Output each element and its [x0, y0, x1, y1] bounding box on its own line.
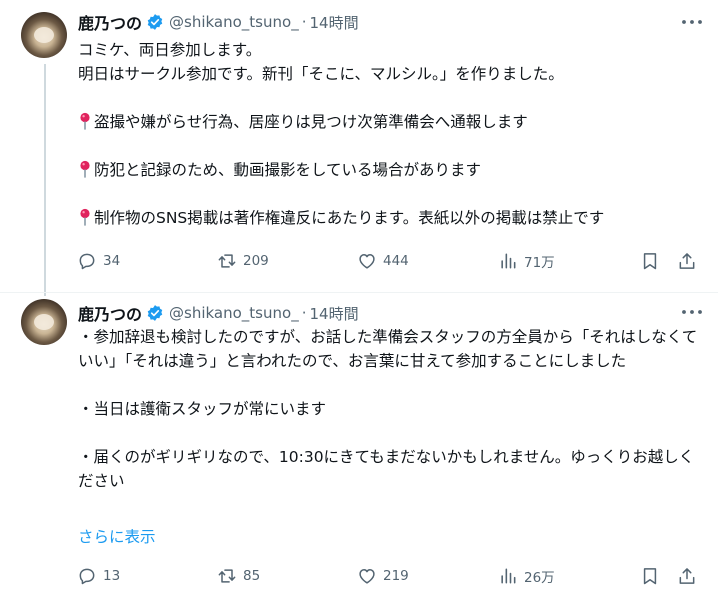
verified-badge-icon: [147, 14, 163, 30]
more-horizontal-icon[interactable]: [680, 303, 704, 321]
reply-count: 34: [103, 253, 121, 269]
tweet[interactable]: 鹿乃つの @shikano_tsuno_ · 14時間 ・参加辞退も検討したので…: [0, 292, 718, 602]
repost-button[interactable]: 85: [217, 564, 260, 588]
share-button[interactable]: [677, 249, 697, 273]
bookmark-button[interactable]: [640, 249, 660, 273]
text-line: 明日はサークル参加です。新刊「そこに、マルシル。」を作りました。: [78, 65, 564, 83]
separator-dot: ·: [301, 13, 307, 31]
share-icon: [679, 568, 695, 584]
reply-button[interactable]: 34: [77, 249, 120, 273]
like-icon: [359, 254, 375, 269]
text-line: コミケ、両日参加します。: [78, 41, 262, 59]
author-name[interactable]: 鹿乃つの: [78, 301, 142, 325]
tweet-header: 鹿乃つの @shikano_tsuno_ · 14時間: [78, 302, 359, 324]
round-pushpin-icon: [80, 208, 90, 226]
repost-count: 209: [243, 253, 269, 269]
text-paragraph: ・届くのがギリギリなので、10:30にきてもまだないかもしれません。ゆっくりお越…: [78, 448, 695, 490]
author-name[interactable]: 鹿乃つの: [78, 10, 142, 34]
verified-badge-icon: [147, 305, 163, 321]
text-paragraph: ・参加辞退も検討したのですが、お話した準備会スタッフの方全員から「それはしなくて…: [78, 328, 698, 370]
pin-line-text: 防犯と記録のため、動画撮影をしている場合があります: [94, 161, 482, 179]
pin-line-text: 盗撮や嫌がらせ行為、居座りは見つけ次第準備会へ通報します: [94, 113, 528, 131]
avatar[interactable]: [21, 299, 67, 345]
tweet-header: 鹿乃つの @shikano_tsuno_ · 14時間: [78, 11, 359, 33]
like-icon: [359, 569, 375, 584]
text-paragraph: ・当日は護衛スタッフが常にいます: [78, 400, 327, 418]
like-count: 219: [383, 568, 409, 584]
author-handle[interactable]: @shikano_tsuno_: [169, 304, 299, 322]
views-button[interactable]: 26万: [498, 564, 555, 588]
bookmark-icon: [643, 568, 657, 585]
views-icon: [501, 568, 516, 584]
like-count: 444: [383, 253, 409, 269]
more-horizontal-icon[interactable]: [680, 13, 704, 31]
like-button[interactable]: 219: [357, 564, 409, 588]
thread-connector-line: [44, 64, 46, 296]
round-pushpin-icon: [80, 112, 90, 130]
text-line: 防犯と記録のため、動画撮影をしている場合があります: [78, 158, 702, 182]
reply-icon: [79, 253, 95, 270]
pin-line-text: 制作物のSNS掲載は著作権違反にあたります。表紙以外の掲載は禁止です: [94, 209, 605, 227]
tweet-text: コミケ、両日参加します。 明日はサークル参加です。新刊「そこに、マルシル。」を作…: [78, 38, 702, 230]
bookmark-button[interactable]: [640, 564, 660, 588]
reply-button[interactable]: 13: [77, 564, 120, 588]
round-pushpin-icon: [80, 160, 90, 178]
timestamp[interactable]: 14時間: [309, 12, 358, 33]
like-button[interactable]: 444: [357, 249, 409, 273]
avatar[interactable]: [21, 12, 67, 58]
reply-icon: [79, 568, 95, 585]
tweet[interactable]: 鹿乃つの @shikano_tsuno_ · 14時間 コミケ、両日参加します。…: [0, 0, 718, 296]
timestamp[interactable]: 14時間: [309, 303, 358, 324]
show-more-link[interactable]: さらに表示: [78, 525, 156, 547]
repost-icon: [218, 254, 236, 268]
repost-icon: [218, 569, 236, 583]
bookmark-icon: [643, 253, 657, 270]
tweet-actions: 13 85 219 26万: [74, 564, 704, 588]
share-button[interactable]: [677, 564, 697, 588]
views-button[interactable]: 71万: [498, 249, 555, 273]
share-icon: [679, 253, 695, 269]
view-count: 71万: [524, 255, 555, 271]
separator-dot: ·: [301, 304, 307, 322]
views-icon: [501, 253, 516, 269]
text-line: 盗撮や嫌がらせ行為、居座りは見つけ次第準備会へ通報します: [78, 110, 702, 134]
repost-count: 85: [243, 568, 261, 584]
repost-button[interactable]: 209: [217, 249, 269, 273]
reply-count: 13: [103, 568, 121, 584]
author-handle[interactable]: @shikano_tsuno_: [169, 13, 299, 31]
tweet-text: ・参加辞退も検討したのですが、お話した準備会スタッフの方全員から「それはしなくて…: [78, 325, 702, 493]
tweet-actions: 34 209 444 71万: [74, 249, 704, 273]
view-count: 26万: [524, 570, 555, 586]
text-line: 制作物のSNS掲載は著作権違反にあたります。表紙以外の掲載は禁止です: [78, 206, 702, 230]
